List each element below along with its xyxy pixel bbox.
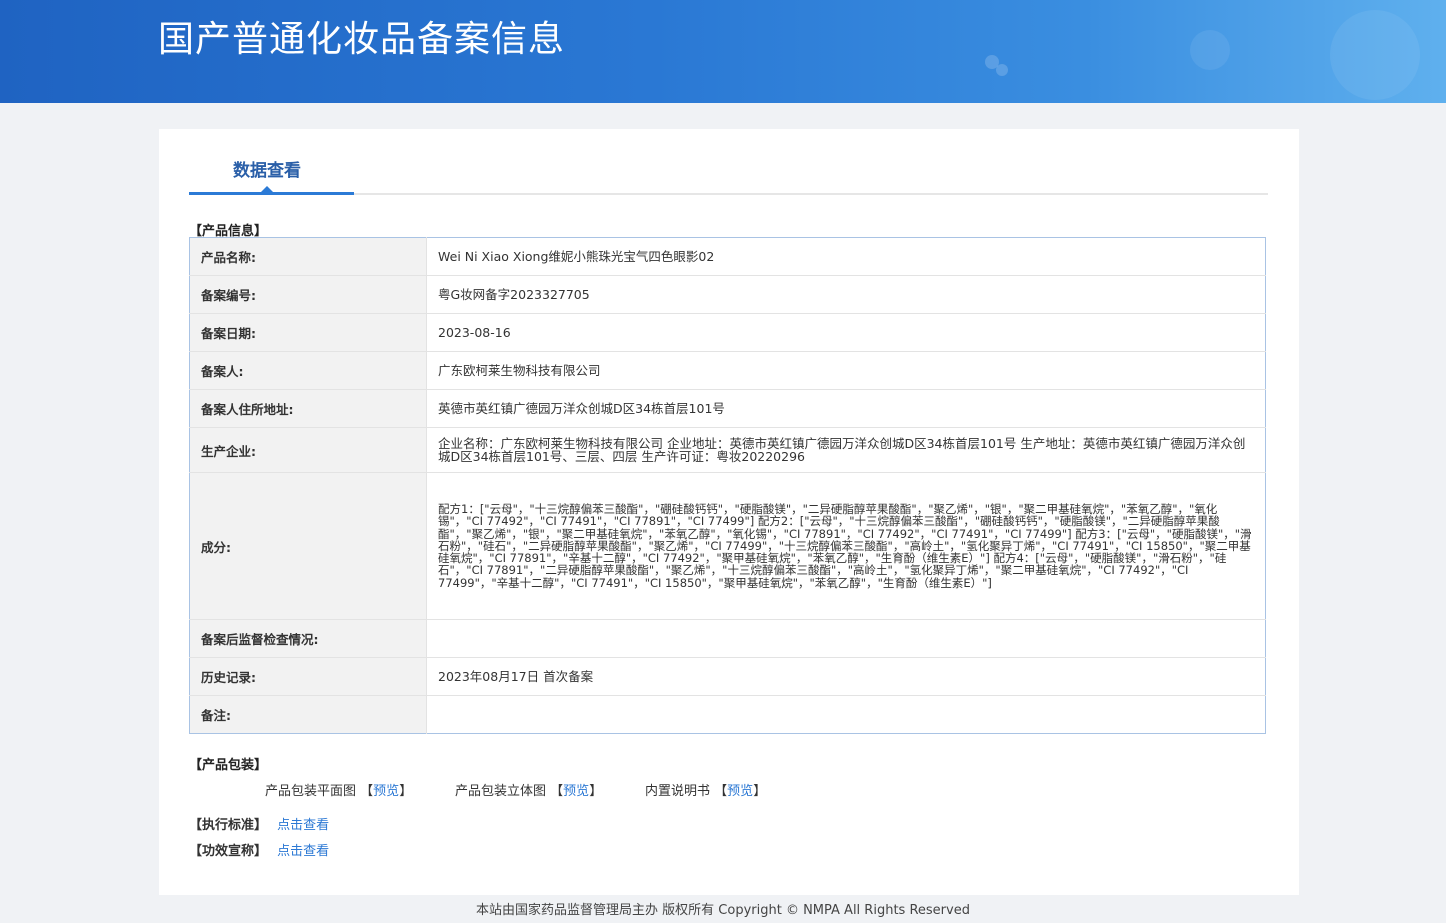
claims-heading: 【功效宣称】 xyxy=(189,844,268,859)
row-value: 2023-08-16 xyxy=(426,313,1266,352)
row-value: 粤G妆网备字2023327705 xyxy=(426,275,1266,314)
row-value xyxy=(427,696,1266,734)
preview-manual-link[interactable]: 预览 xyxy=(727,784,753,799)
row-label: 产品名称: xyxy=(189,237,427,276)
packaging-label: 产品包装立体图 xyxy=(455,784,547,799)
header-banner: 国产普通化妆品备案信息 xyxy=(0,0,1446,103)
footer-copyright: 本站由国家药品监督管理局主办 版权所有 Copyright © NMPA All… xyxy=(476,903,970,918)
row-value: 广东欧柯莱生物科技有限公司 xyxy=(426,351,1266,390)
product-info-table: 产品名称: Wei Ni Xiao Xiong维妮小熊珠光宝气四色眼影02 备案… xyxy=(189,237,1266,734)
bracket-open: 【 xyxy=(360,784,374,799)
banner-decoration xyxy=(1330,10,1420,100)
tab-caret-icon xyxy=(260,186,274,193)
content-card: 数据查看 【产品信息】 产品名称: Wei Ni Xiao Xiong维妮小熊珠… xyxy=(159,129,1299,895)
table-row: 备案人住所地址: 英德市英红镇广德园万洋众创城D区34栋首层101号 xyxy=(189,389,1266,428)
packaging-heading: 【产品包装】 xyxy=(189,758,268,773)
row-label: 备案人住所地址: xyxy=(189,389,427,428)
bracket-close: 】 xyxy=(399,784,413,799)
table-row: 生产企业: 企业名称：广东欧柯莱生物科技有限公司 企业地址：英德市英红镇广德园万… xyxy=(189,427,1266,473)
table-row: 备案人: 广东欧柯莱生物科技有限公司 xyxy=(189,351,1266,390)
row-value xyxy=(426,619,1266,658)
row-value: 企业名称：广东欧柯莱生物科技有限公司 企业地址：英德市英红镇广德园万洋众创城D区… xyxy=(426,427,1266,473)
bracket-open: 【 xyxy=(550,784,564,799)
page-title: 国产普通化妆品备案信息 xyxy=(158,19,566,60)
row-value: 英德市英红镇广德园万洋众创城D区34栋首层101号 xyxy=(426,389,1266,428)
row-label: 备案后监督检查情况: xyxy=(189,619,427,658)
table-row: 备案编号: 粤G妆网备字2023327705 xyxy=(189,275,1266,314)
table-row: 备案后监督检查情况: xyxy=(189,619,1266,658)
row-label: 生产企业: xyxy=(189,427,427,473)
row-label: 备案编号: xyxy=(189,275,427,314)
bracket-open: 【 xyxy=(714,784,728,799)
row-label: 历史记录: xyxy=(189,657,427,696)
ingredients-value: 配方1：["云母"，"十三烷醇偏苯三酸酯"，"硼硅酸钙钙"，"硬脂酸镁"，"二异… xyxy=(426,472,1266,620)
bracket-close: 】 xyxy=(589,784,603,799)
standard-view-link[interactable]: 点击查看 xyxy=(277,818,329,833)
preview-3d-link[interactable]: 预览 xyxy=(563,784,589,799)
claims-view-link[interactable]: 点击查看 xyxy=(277,844,329,859)
claims-row: 【功效宣称】 点击查看 xyxy=(189,840,329,859)
banner-decoration xyxy=(1190,30,1230,70)
banner-decoration xyxy=(996,64,1008,76)
table-row: 历史记录: 2023年08月17日 首次备案 xyxy=(189,657,1266,696)
row-value: 2023年08月17日 首次备案 xyxy=(426,657,1266,696)
packaging-label: 内置说明书 xyxy=(645,784,711,799)
bracket-close: 】 xyxy=(753,784,767,799)
packaging-item: 产品包装立体图 【预览】 xyxy=(455,780,602,799)
preview-flat-link[interactable]: 预览 xyxy=(373,784,399,799)
row-label: 成分: xyxy=(189,472,427,620)
tab-bar: 数据查看 xyxy=(189,129,1268,195)
row-label: 备注: xyxy=(189,695,427,734)
standard-heading: 【执行标准】 xyxy=(189,818,268,833)
tab-data-view[interactable]: 数据查看 xyxy=(233,156,301,181)
standard-row: 【执行标准】 点击查看 xyxy=(189,814,329,833)
table-row: 产品名称: Wei Ni Xiao Xiong维妮小熊珠光宝气四色眼影02 xyxy=(189,237,1266,276)
packaging-item: 产品包装平面图 【预览】 xyxy=(265,780,412,799)
row-label: 备案日期: xyxy=(189,313,427,352)
row-label: 备案人: xyxy=(189,351,427,390)
table-row: 备案日期: 2023-08-16 xyxy=(189,313,1266,352)
table-row: 成分: 配方1：["云母"，"十三烷醇偏苯三酸酯"，"硼硅酸钙钙"，"硬脂酸镁"… xyxy=(189,472,1266,620)
packaging-item: 内置说明书 【预览】 xyxy=(645,780,766,799)
table-row: 备注: xyxy=(189,695,1266,734)
row-value: Wei Ni Xiao Xiong维妮小熊珠光宝气四色眼影02 xyxy=(426,237,1266,276)
packaging-label: 产品包装平面图 xyxy=(265,784,357,799)
